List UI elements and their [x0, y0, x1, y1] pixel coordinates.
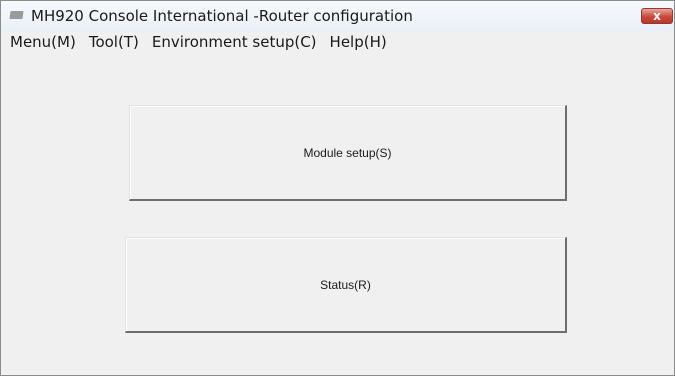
app-icon [9, 8, 25, 24]
module-setup-label: Module setup(S) [303, 145, 392, 160]
main-panel: Module setup(S) Status(R) [1, 53, 674, 375]
status-button[interactable]: Status(R) [125, 237, 567, 333]
menu-bar: Menu(M) Tool(T) Environment setup(C) Hel… [1, 31, 674, 53]
close-icon: x [653, 9, 661, 23]
window-title: MH920 Console International -Router conf… [31, 7, 413, 25]
menu-item-help[interactable]: Help(H) [325, 33, 392, 51]
menu-item-menu[interactable]: Menu(M) [5, 33, 81, 51]
menu-item-tool[interactable]: Tool(T) [84, 33, 144, 51]
close-button[interactable]: x [641, 8, 673, 24]
app-window: MH920 Console International -Router conf… [0, 0, 675, 376]
status-label: Status(R) [320, 277, 371, 292]
module-setup-button[interactable]: Module setup(S) [129, 105, 567, 201]
menu-item-environment-setup[interactable]: Environment setup(C) [147, 33, 322, 51]
title-bar[interactable]: MH920 Console International -Router conf… [1, 1, 674, 31]
